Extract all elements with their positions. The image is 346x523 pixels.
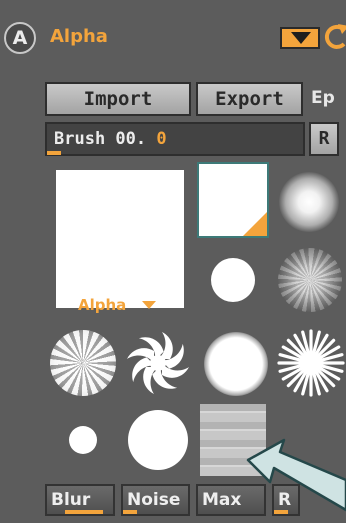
alpha-thumb-starburst[interactable] <box>276 328 346 398</box>
blur-slider-indicator <box>65 510 103 514</box>
alpha-thumb-selected[interactable] <box>197 162 269 238</box>
blur-label: Blur <box>51 490 91 510</box>
palette-title: Alpha <box>50 26 108 47</box>
noise-slider-indicator <box>123 510 137 514</box>
brush-reset-button[interactable]: R <box>309 122 339 156</box>
import-button[interactable]: Import <box>45 82 191 116</box>
alpha-palette-badge[interactable]: A <box>4 22 36 54</box>
current-alpha-preview[interactable] <box>56 170 184 308</box>
alpha-thumb-swirl[interactable] <box>125 330 191 396</box>
noise-button[interactable]: Noise <box>121 484 190 516</box>
alpha-thumb-soft-round[interactable] <box>279 172 339 232</box>
refresh-icon[interactable] <box>322 22 346 52</box>
export-button[interactable]: Export <box>196 82 303 116</box>
chevron-down-icon[interactable] <box>142 301 156 311</box>
alpha-thumb-tiny-dot[interactable] <box>69 426 97 454</box>
triangle-down-icon <box>291 32 311 44</box>
noise-label: Noise <box>127 490 181 510</box>
max-button[interactable]: Max <box>196 484 266 516</box>
blur-button[interactable]: Blur <box>45 484 115 516</box>
r-label: R <box>278 490 292 510</box>
alpha-thumb-rough-splat[interactable] <box>50 330 116 396</box>
brush-value: 0 <box>156 129 167 149</box>
brush-alpha-field[interactable]: Brush 00. 0 <box>45 122 305 156</box>
alpha-thumb-small-dot[interactable] <box>211 258 255 302</box>
selected-corner-icon <box>243 212 267 236</box>
r-button[interactable]: R <box>272 484 300 516</box>
palette-dropdown-button[interactable] <box>280 27 320 49</box>
alpha-label[interactable]: Alpha <box>78 296 126 314</box>
alpha-thumb-hard-circle[interactable] <box>128 410 188 470</box>
alpha-thumb-noise-round[interactable] <box>278 248 342 312</box>
r-slider-indicator <box>274 510 288 514</box>
brush-slider-indicator <box>47 151 61 155</box>
alpha-thumb-large-soft-circle[interactable] <box>204 332 268 396</box>
ep-button[interactable]: Ep <box>311 88 335 108</box>
brush-label: Brush 00. <box>54 129 147 149</box>
max-label: Max <box>202 490 242 510</box>
